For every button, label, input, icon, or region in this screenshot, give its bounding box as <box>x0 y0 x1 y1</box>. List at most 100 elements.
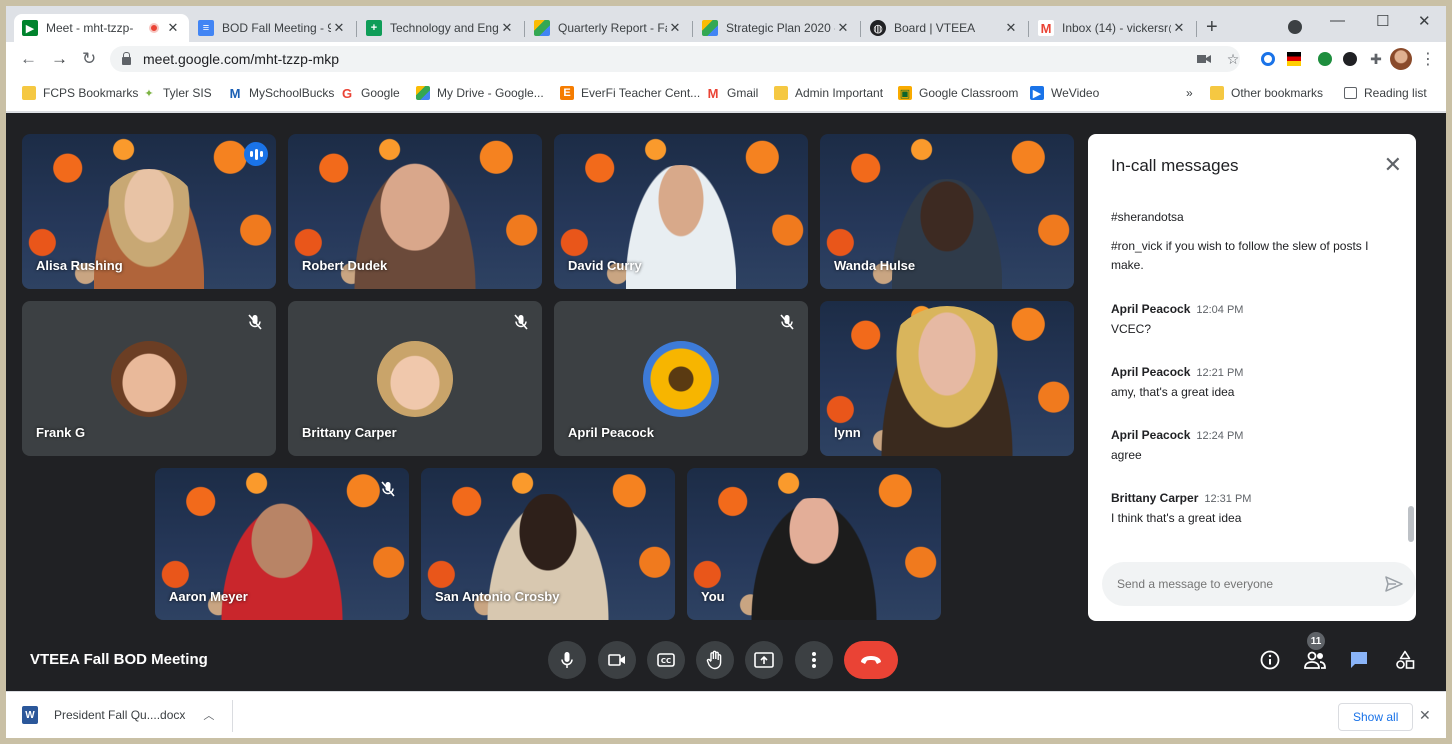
participant-name: You <box>701 589 725 604</box>
participant-tile-alisa[interactable]: Alisa Rushing <box>22 134 276 289</box>
tab-quarterly-report[interactable]: Quarterly Report - Fa ✕ <box>526 14 691 42</box>
menu-icon[interactable]: ⋮ <box>1420 51 1436 68</box>
camera-icon <box>608 654 625 666</box>
bookmark-label: WeVideo <box>1051 86 1100 100</box>
participant-tile-david[interactable]: David Curry <box>554 134 808 289</box>
svg-text:CC: CC <box>661 657 671 665</box>
bookmark-other-bookmarks[interactable]: Other bookmarks <box>1210 86 1323 100</box>
chevron-up-icon[interactable]: ︿ <box>203 707 214 723</box>
shapes-icon <box>1396 650 1415 669</box>
close-icon[interactable]: ✕ <box>331 20 347 36</box>
new-tab-button[interactable]: + <box>1206 16 1218 39</box>
bookmark-google-classroom[interactable]: ▣ Google Classroom <box>898 86 1018 100</box>
present-screen-button[interactable] <box>745 641 783 679</box>
chat-message-input[interactable] <box>1117 577 1357 591</box>
camera-button[interactable] <box>598 641 636 679</box>
star-icon[interactable]: ☆ <box>1225 51 1241 67</box>
tab-meet[interactable]: ▶ Meet - mht-tzzp- ✕ <box>14 14 189 42</box>
message-sender: April Peacock <box>1111 302 1191 316</box>
captions-button[interactable]: CC <box>647 641 685 679</box>
bookmark-myschoolbucks[interactable]: M MySchoolBucks <box>228 86 335 101</box>
close-icon[interactable]: ✕ <box>165 20 181 36</box>
participant-tile-you[interactable]: You <box>687 468 941 620</box>
extensions-puzzle-icon[interactable]: ✚ <box>1368 51 1384 67</box>
forward-icon[interactable]: → <box>51 49 68 69</box>
participant-tile-frank[interactable]: Frank G <box>22 301 276 456</box>
tab-title: Strategic Plan 2020 - <box>726 21 835 35</box>
bookmark-admin-important[interactable]: Admin Important <box>774 86 883 100</box>
participant-name: Frank G <box>36 425 86 440</box>
tab-strategic-plan[interactable]: Strategic Plan 2020 - ✕ <box>694 14 859 42</box>
profile-avatar[interactable] <box>1390 48 1412 70</box>
participant-name: Robert Dudek <box>302 258 388 273</box>
close-icon[interactable]: ✕ <box>499 20 515 36</box>
tab-separator <box>356 21 357 37</box>
reload-icon[interactable]: ↻ <box>82 49 96 69</box>
close-icon[interactable]: ✕ <box>1003 20 1019 36</box>
participant-tile-robert[interactable]: Robert Dudek <box>288 134 542 289</box>
show-all-button[interactable]: Show all <box>1338 703 1414 731</box>
bookmarks-overflow-button[interactable]: » <box>1186 86 1193 100</box>
tab-board-vteea[interactable]: ◍ Board | VTEEA ✕ <box>862 14 1027 42</box>
extension-icon[interactable] <box>1342 51 1358 67</box>
more-options-button[interactable] <box>795 641 833 679</box>
camera-icon[interactable] <box>1196 51 1212 67</box>
extension-icon[interactable] <box>1286 51 1302 67</box>
close-icon[interactable]: ✕ <box>835 20 851 36</box>
bookmark-fcps[interactable]: FCPS Bookmarks <box>22 86 138 100</box>
raise-hand-button[interactable] <box>696 641 734 679</box>
download-bar: W President Fall Qu....docx ︿ Show all ✕ <box>6 691 1446 738</box>
microphone-button[interactable] <box>548 641 586 679</box>
mic-off-icon <box>776 311 798 333</box>
hang-up-icon <box>861 656 881 664</box>
participant-tile-lynn[interactable]: lynn <box>820 301 1074 456</box>
bookmark-label: Google <box>361 86 400 100</box>
close-icon[interactable]: ✕ <box>1384 152 1402 178</box>
browser-window: ▶ Meet - mht-tzzp- ✕ ≡ BOD Fall Meeting … <box>6 6 1446 738</box>
close-icon[interactable]: ✕ <box>1419 707 1431 724</box>
bookmark-my-drive[interactable]: My Drive - Google... <box>416 86 544 100</box>
bookmark-label: EverFi Teacher Cent... <box>581 86 701 100</box>
send-icon[interactable] <box>1384 574 1404 594</box>
folder-icon <box>1210 86 1224 100</box>
chat-scrollbar[interactable] <box>1408 506 1414 542</box>
activities-button[interactable] <box>1390 645 1420 675</box>
window-close-icon[interactable]: ✕ <box>1418 12 1431 30</box>
meeting-details-button[interactable] <box>1255 645 1285 675</box>
participant-tile-san-antonio[interactable]: San Antonio Crosby <box>421 468 675 620</box>
back-icon[interactable]: ← <box>20 49 37 69</box>
bookmark-tyler-sis[interactable]: ✦ Tyler SIS <box>142 86 211 100</box>
tab-technology-engineering[interactable]: + Technology and Engin ✕ <box>358 14 523 42</box>
maximize-icon[interactable]: ☐ <box>1376 12 1389 30</box>
participant-tile-brittany[interactable]: Brittany Carper <box>288 301 542 456</box>
download-item[interactable]: W President Fall Qu....docx ︿ <box>22 706 214 724</box>
participant-tile-april[interactable]: April Peacock <box>554 301 808 456</box>
extension-icon[interactable] <box>1317 51 1333 67</box>
people-icon <box>1304 651 1326 669</box>
drive-icon <box>416 86 430 100</box>
tab-bod-fall-meeting[interactable]: ≡ BOD Fall Meeting - 9/ ✕ <box>190 14 355 42</box>
end-call-button[interactable] <box>844 641 898 679</box>
address-bar[interactable]: meet.google.com/mht-tzzp-mkp <box>110 46 1240 72</box>
tab-search-icon[interactable] <box>1288 20 1302 34</box>
google-icon: G <box>341 85 353 101</box>
bookmark-wevideo[interactable]: ▶ WeVideo <box>1030 86 1099 100</box>
minimize-icon[interactable]: — <box>1330 12 1345 29</box>
globe-icon: ◍ <box>870 20 886 36</box>
address-url: meet.google.com/mht-tzzp-mkp <box>143 51 340 67</box>
bookmark-gmail[interactable]: M Gmail <box>706 86 759 101</box>
close-icon[interactable]: ✕ <box>667 20 683 36</box>
bookmark-everfi[interactable]: E EverFi Teacher Cent... <box>560 86 700 100</box>
reading-list-button[interactable]: Reading list <box>1344 86 1427 100</box>
tab-inbox[interactable]: M Inbox (14) - vickersr@ ✕ <box>1030 14 1195 42</box>
bookmark-google[interactable]: G Google <box>340 85 400 101</box>
bookmark-label: Google Classroom <box>919 86 1019 100</box>
participant-tile-aaron[interactable]: Aaron Meyer <box>155 468 409 620</box>
extension-icon[interactable] <box>1260 51 1276 67</box>
bookmarks-bar: FCPS Bookmarks ✦ Tyler SIS M MySchoolBuc… <box>6 76 1446 112</box>
participant-video <box>626 165 736 289</box>
tab-title: Technology and Engin <box>390 21 499 35</box>
close-icon[interactable]: ✕ <box>1171 20 1187 36</box>
participant-tile-wanda[interactable]: Wanda Hulse <box>820 134 1074 289</box>
chat-button[interactable] <box>1344 645 1374 675</box>
